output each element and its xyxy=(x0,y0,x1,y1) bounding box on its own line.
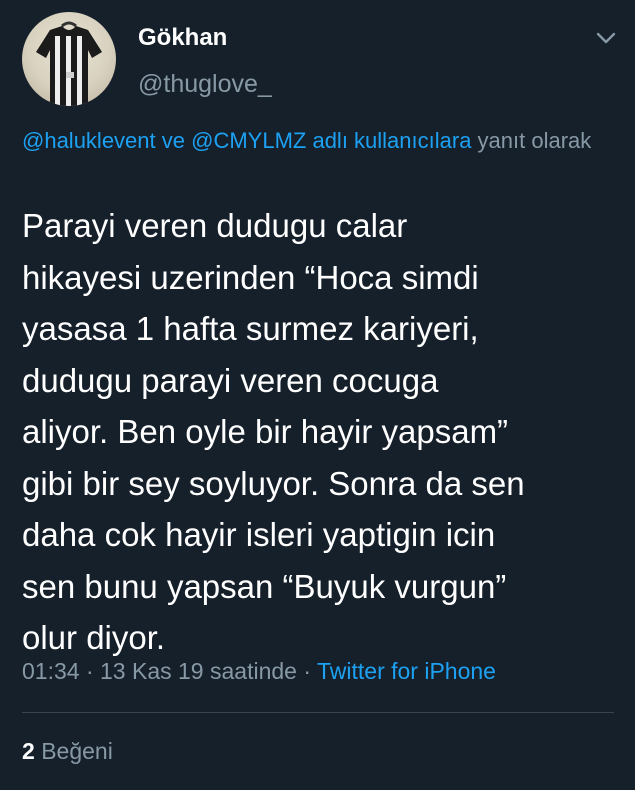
tweet-time[interactable]: 01:34 xyxy=(22,658,80,684)
tweet-header: Gökhan @thuglove_ xyxy=(22,12,622,112)
likes-count: 2 xyxy=(22,738,35,764)
reply-context: @haluklevent ve @CMYLMZ adlı kullanıcıla… xyxy=(22,124,622,158)
likes-label: Beğeni xyxy=(41,738,113,764)
mention-link[interactable]: @CMYLMZ xyxy=(191,128,306,153)
reply-connector: ve xyxy=(155,128,192,153)
user-handle[interactable]: @thuglove_ xyxy=(138,70,272,99)
tweet-text: Parayi veren dudugu calar hikayesi uzeri… xyxy=(22,207,525,656)
tweet-date[interactable]: 13 Kas 19 saatinde xyxy=(100,658,297,684)
mention-link[interactable]: @haluklevent xyxy=(22,128,156,153)
reply-suffix: yanıt olarak xyxy=(471,128,592,153)
meta-separator: · xyxy=(85,658,94,684)
divider xyxy=(22,712,614,713)
jersey-avatar-icon xyxy=(36,21,102,106)
avatar[interactable] xyxy=(22,12,116,106)
display-name[interactable]: Gökhan xyxy=(138,24,227,52)
chevron-down-icon[interactable] xyxy=(594,26,618,50)
meta-separator: · xyxy=(303,658,312,684)
tweet-source-link[interactable]: Twitter for iPhone xyxy=(317,658,496,684)
tweet-meta: 01:34 · 13 Kas 19 saatinde · Twitter for… xyxy=(22,658,622,685)
reply-users-link[interactable]: adlı kullanıcılara xyxy=(306,128,471,153)
likes-stat[interactable]: 2 Beğeni xyxy=(22,738,113,765)
